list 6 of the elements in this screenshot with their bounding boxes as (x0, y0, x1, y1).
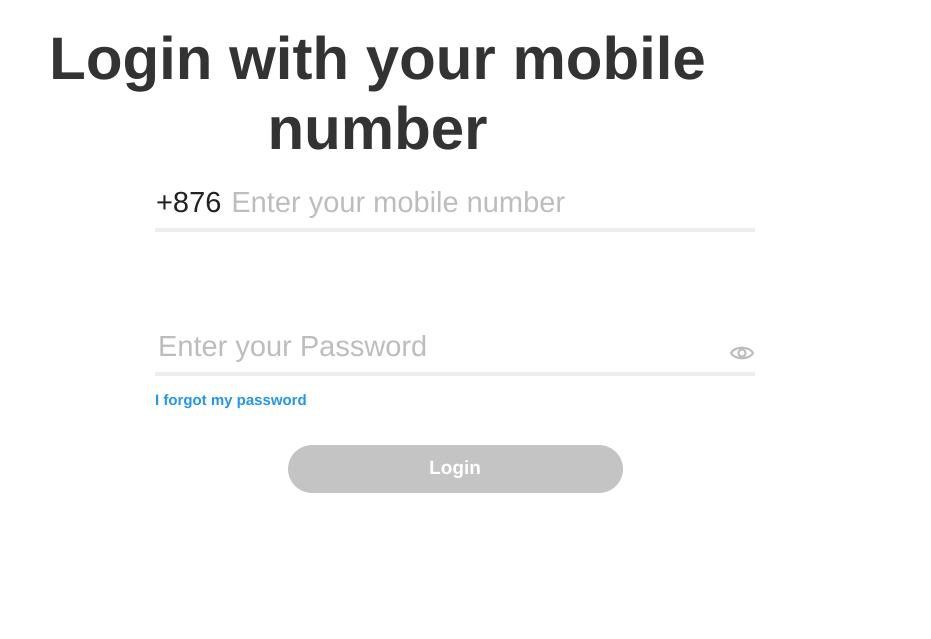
show-password-icon[interactable] (729, 344, 755, 362)
country-code: +876 (156, 186, 222, 220)
password-field[interactable]: Enter your Password (158, 330, 715, 364)
mobile-number-field[interactable]: Enter your mobile number (231, 186, 755, 220)
forgot-password-link[interactable]: I forgot my password (155, 392, 307, 409)
page-title: Login with your mobile number (48, 24, 707, 164)
